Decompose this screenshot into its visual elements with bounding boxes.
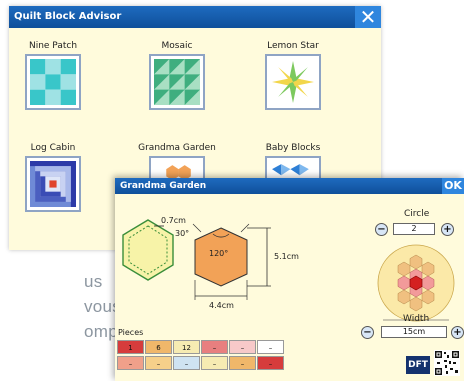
circle-label: Circle xyxy=(404,209,430,219)
hexagon-diagram-icon xyxy=(192,223,271,300)
block-log-cabin[interactable]: Log Cabin xyxy=(15,142,91,212)
block-label: Mosaic xyxy=(161,41,193,51)
seam-hexagon-icon xyxy=(122,219,174,281)
background-text-line: us xyxy=(84,272,103,291)
piece-cell: – xyxy=(229,356,256,370)
pieces-label: Pieces xyxy=(118,328,144,337)
piece-cell: – xyxy=(201,356,228,370)
circle-increase-button[interactable]: + xyxy=(441,223,454,236)
piece-cell: 1 xyxy=(117,340,144,354)
block-label: Grandma Garden xyxy=(138,143,216,153)
width-value-field[interactable]: 15cm xyxy=(381,326,447,338)
piece-cell: – xyxy=(229,340,256,354)
seam-arrow-icon xyxy=(154,225,164,227)
angle-top-label: 30° xyxy=(175,229,190,238)
grandma-garden-window: Grandma Garden OK 0.7cm 30° 120° 5.1cm 4… xyxy=(115,178,464,381)
advisor-title: Quilt Block Advisor xyxy=(14,11,122,22)
advisor-title-bar: Quilt Block Advisor xyxy=(9,6,381,28)
lemon-star-icon xyxy=(265,54,321,110)
piece-cell: – xyxy=(257,356,284,370)
piece-cell: 6 xyxy=(145,340,172,354)
block-mosaic[interactable]: Mosaic xyxy=(139,40,215,110)
piece-cell: – xyxy=(257,340,284,354)
nine-patch-icon xyxy=(25,54,81,110)
block-label: Lemon Star xyxy=(267,41,319,51)
block-label: Baby Blocks xyxy=(265,143,321,153)
width-dimension: 4.4cm xyxy=(209,301,234,310)
piece-cell: – xyxy=(145,356,172,370)
dft-button[interactable]: DFT xyxy=(406,356,430,374)
width-label: Width xyxy=(403,314,430,324)
piece-cell: 12 xyxy=(173,340,200,354)
circle-decrease-button[interactable]: − xyxy=(375,223,388,236)
ok-button[interactable]: OK xyxy=(442,178,464,194)
block-label: Log Cabin xyxy=(30,143,76,153)
piece-cell: – xyxy=(117,356,144,370)
height-dimension: 5.1cm xyxy=(274,252,299,261)
width-increase-button[interactable]: + xyxy=(451,326,464,339)
piece-cell: – xyxy=(173,356,200,370)
block-nine-patch[interactable]: Nine Patch xyxy=(15,40,91,110)
log-cabin-icon xyxy=(25,156,81,212)
piece-cell: – xyxy=(201,340,228,354)
block-lemon-star[interactable]: Lemon Star xyxy=(255,40,331,110)
detail-title-bar: Grandma Garden xyxy=(115,178,464,194)
detail-title: Grandma Garden xyxy=(120,181,207,191)
mosaic-icon xyxy=(149,54,205,110)
block-label: Nine Patch xyxy=(28,41,78,51)
angle-inner-label: 120° xyxy=(209,249,229,258)
close-icon: ✕ xyxy=(359,6,377,29)
qr-code-icon xyxy=(434,350,460,376)
close-button[interactable]: ✕ xyxy=(355,6,381,28)
width-decrease-button[interactable]: − xyxy=(361,326,374,339)
circle-value-field[interactable]: 2 xyxy=(393,223,435,235)
